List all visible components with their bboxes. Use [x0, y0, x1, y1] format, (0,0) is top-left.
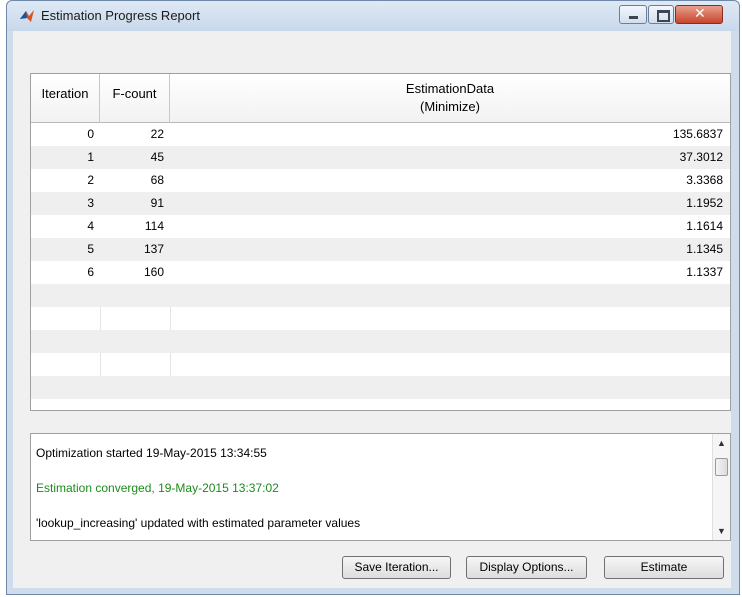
- log-line-updated: 'lookup_increasing' updated with estimat…: [36, 516, 361, 530]
- log-line-started: Optimization started 19-May-2015 13:34:5…: [36, 446, 267, 460]
- header-estimation-data: EstimationData (Minimize): [170, 74, 730, 123]
- save-iteration-button[interactable]: Save Iteration...: [342, 556, 451, 579]
- minimize-icon: [629, 16, 638, 19]
- cell-fcount: 160: [143, 265, 164, 279]
- table-row: 2 68 3.3368: [31, 169, 730, 192]
- header-estimation-data-title: EstimationData: [405, 81, 495, 96]
- cell-estimation-value: 1.1337: [686, 265, 723, 279]
- table-row: 1 45 37.3012: [31, 146, 730, 169]
- cell-estimation-value: 1.1952: [686, 196, 723, 210]
- maximize-icon: [657, 10, 670, 22]
- cell-fcount: 22: [150, 127, 164, 141]
- iteration-table: Iteration F-count EstimationData (Minimi…: [30, 73, 731, 411]
- cell-iteration: 5: [87, 242, 94, 256]
- table-row: 3 91 1.1952: [31, 192, 730, 215]
- cell-estimation-value: 1.1614: [686, 219, 723, 233]
- header-fcount: F-count: [100, 74, 170, 123]
- cell-estimation-value: 135.6837: [672, 127, 723, 141]
- empty-table-row: [31, 353, 730, 376]
- cell-fcount: 114: [144, 219, 164, 233]
- empty-table-row: [31, 330, 730, 353]
- minimize-button[interactable]: [619, 5, 647, 24]
- cell-iteration: 4: [87, 219, 94, 233]
- empty-table-row: [31, 284, 730, 307]
- empty-table-row: [31, 399, 730, 410]
- table-row: 5 137 1.1345: [31, 238, 730, 261]
- cell-fcount: 45: [150, 150, 164, 164]
- cell-iteration: 0: [87, 127, 94, 141]
- cell-estimation-value: 1.1345: [686, 242, 723, 256]
- header-iteration: Iteration: [31, 74, 100, 123]
- cell-estimation-value: 37.3012: [679, 150, 723, 164]
- cell-iteration: 3: [87, 196, 94, 210]
- table-row: 6 160 1.1337: [31, 261, 730, 284]
- close-button[interactable]: ✕: [675, 5, 723, 24]
- empty-table-row: [31, 307, 730, 330]
- title-bar[interactable]: Estimation Progress Report ✕: [7, 1, 739, 31]
- scroll-down-icon[interactable]: ▼: [713, 526, 730, 536]
- log-scrollbar[interactable]: ▲ ▼: [712, 434, 730, 540]
- window-title: Estimation Progress Report: [41, 8, 200, 23]
- empty-table-row: [31, 376, 730, 399]
- log-line-converged: Estimation converged, 19-May-2015 13:37:…: [36, 481, 279, 495]
- estimate-button[interactable]: Estimate: [604, 556, 724, 579]
- cell-estimation-value: 3.3368: [686, 173, 723, 187]
- cell-fcount: 137: [143, 242, 164, 256]
- close-icon: ✕: [694, 6, 706, 22]
- cell-iteration: 1: [87, 150, 94, 164]
- cell-fcount: 68: [150, 173, 164, 187]
- scroll-thumb[interactable]: [715, 458, 728, 476]
- table-row: 0 22 135.6837: [31, 123, 730, 146]
- display-options-button[interactable]: Display Options...: [466, 556, 587, 579]
- matlab-icon: [20, 10, 34, 22]
- scroll-up-icon[interactable]: ▲: [713, 438, 730, 448]
- cell-fcount: 91: [150, 196, 164, 210]
- table-row: 4 114 1.1614: [31, 215, 730, 238]
- cell-iteration: 6: [87, 265, 94, 279]
- cell-iteration: 2: [87, 173, 94, 187]
- log-text-area[interactable]: Optimization started 19-May-2015 13:34:5…: [30, 433, 731, 541]
- maximize-button[interactable]: [648, 5, 674, 24]
- header-estimation-data-sub: (Minimize): [420, 99, 480, 114]
